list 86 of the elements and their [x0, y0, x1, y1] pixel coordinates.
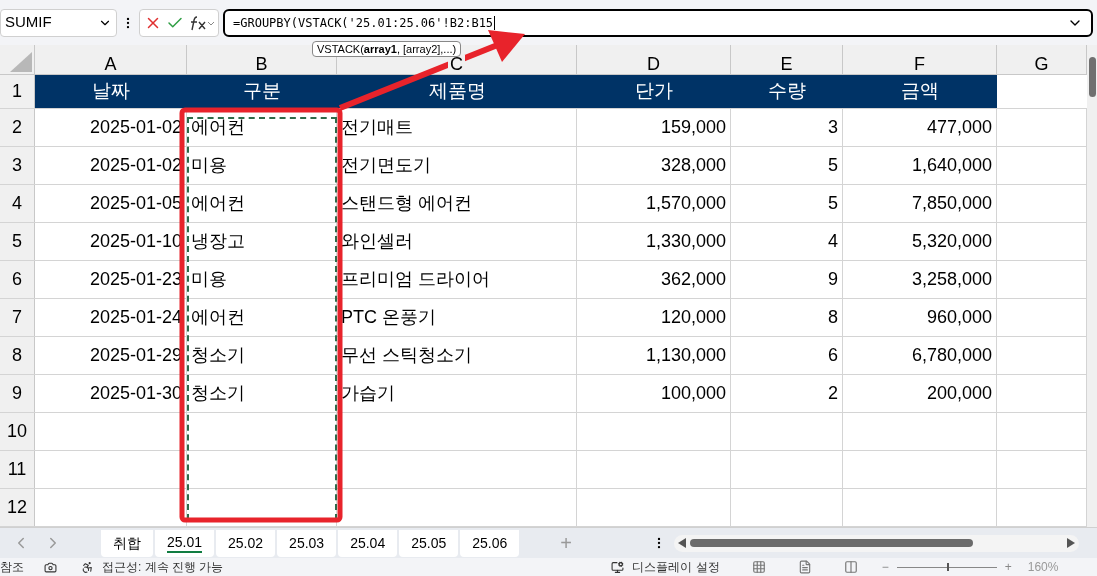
table-cell-text: 가습기: [341, 382, 395, 405]
table-cell-text: 미용: [191, 154, 227, 177]
header-cell-text: 금액: [901, 79, 939, 104]
table-cell-text: 2025-01-24: [89, 306, 182, 329]
table-cell-text: 와인셀러: [341, 230, 413, 253]
table-cell-text: 청소기: [191, 344, 245, 367]
table-cell-text: 무선 스틱청소기: [341, 344, 472, 367]
sheet-tab[interactable]: 25.01: [155, 529, 215, 557]
table-cell-text: 전기면도기: [341, 154, 431, 177]
table-cell-text: 냉장고: [191, 230, 245, 253]
table-cell-text: 스탠드형 에어컨: [341, 192, 472, 215]
table-cell-text: 1,640,000: [911, 154, 992, 177]
vertical-scrollbar-thumb[interactable]: [1088, 57, 1096, 97]
table-cell-text: 2025-01-05: [89, 192, 182, 215]
sheet-tab[interactable]: 취합: [101, 529, 153, 557]
header-cell-text: 날짜: [92, 79, 130, 104]
table-cell-text: 159,000: [660, 116, 726, 139]
header-cell-text: 구분: [243, 79, 281, 104]
table-cell-text: 전기매트: [341, 116, 413, 139]
table-cell-text: 120,000: [660, 306, 726, 329]
table-cell-text: 2025-01-29: [89, 344, 182, 367]
table-cell-text: 100,000: [660, 382, 726, 405]
sheet-tab[interactable]: 25.02: [216, 529, 276, 557]
sheet-tab[interactable]: 25.03: [277, 529, 337, 557]
zoom-out-button[interactable]: −: [881, 558, 889, 576]
horizontal-scrollbar[interactable]: [673, 534, 1079, 552]
header-cell-text: 수량: [768, 79, 806, 104]
table-cell-text: 5: [828, 192, 838, 215]
table-cell-text: 6: [828, 344, 838, 367]
scroll-right-icon[interactable]: [1066, 538, 1075, 548]
table-cell-text: 2025-01-23: [89, 268, 182, 291]
zoom-slider-thumb[interactable]: [946, 562, 949, 571]
table-cell-text: 8: [828, 306, 838, 329]
table-cell-text: 1,330,000: [645, 230, 726, 253]
table-cell-text: 2025-01-10: [89, 230, 182, 253]
status-text: 참조: [0, 559, 24, 576]
header-cell-text: 제품명: [428, 79, 486, 104]
function-tooltip: VSTACK(array1, [array2],...): [312, 41, 462, 57]
table-cell-text: 477,000: [926, 116, 992, 139]
table-cell-text: 4: [828, 230, 838, 253]
table-cell-text: 2025-01-30: [89, 382, 182, 405]
page-break-icon[interactable]: [843, 560, 858, 574]
table-cell-text: 5: [828, 154, 838, 177]
scroll-left-icon[interactable]: [677, 538, 686, 548]
table-cell-text: 청소기: [191, 382, 245, 405]
table-cell-text: PTC 온풍기: [341, 306, 436, 329]
table-cell-text: 2025-01-02: [89, 154, 182, 177]
table-cell-text: 1,570,000: [645, 192, 726, 215]
display-settings[interactable]: 디스플레이 설정: [632, 558, 720, 576]
table-cell-text: 6,780,000: [911, 344, 992, 367]
table-cell-text: 프리미엄 드라이어: [341, 268, 490, 291]
accessibility-icon[interactable]: [81, 560, 94, 574]
table-cell-text: 에어컨: [191, 116, 245, 139]
table-cell-text: 미용: [191, 268, 227, 291]
normal-view-icon[interactable]: [751, 560, 766, 574]
accessibility-status[interactable]: 접근성: 계속 진행 가능: [102, 558, 224, 576]
column-header[interactable]: A: [102, 54, 119, 73]
table-cell-text: 200,000: [926, 382, 992, 405]
function-icon[interactable]: [188, 13, 214, 32]
table-cell-text: 3: [828, 116, 838, 139]
column-header[interactable]: F: [912, 54, 927, 73]
table-cell-text: 328,000: [660, 154, 726, 177]
header-cell-text: 단가: [635, 79, 673, 104]
table-cell-text: 960,000: [926, 306, 992, 329]
sheet-tab[interactable]: 25.04: [338, 529, 398, 557]
column-header[interactable]: G: [1032, 54, 1051, 73]
formula-bar[interactable]: =GROUPBY(VSTACK('25.01:25.06'!B2:B15: [223, 8, 1093, 37]
column-header[interactable]: E: [778, 54, 795, 73]
sheet-tab[interactable]: 25.05: [399, 529, 459, 557]
sheet-tab[interactable]: 25.06: [460, 529, 520, 557]
table-cell-text: 9: [828, 268, 838, 291]
page-layout-icon[interactable]: [797, 560, 812, 574]
table-cell-text: 에어컨: [191, 306, 245, 329]
name-box[interactable]: SUMIF: [0, 8, 117, 37]
table-cell-text: 에어컨: [191, 192, 245, 215]
table-cell-text: 1,130,000: [645, 344, 726, 367]
table-cell-text: 5,320,000: [911, 230, 992, 253]
table-cell-text: 3,258,000: [911, 268, 992, 291]
table-cell-text: 362,000: [660, 268, 726, 291]
display-icon[interactable]: [611, 560, 625, 574]
table-cell-text: 2: [828, 382, 838, 405]
column-header[interactable]: D: [645, 54, 662, 73]
column-header[interactable]: B: [253, 54, 270, 73]
table-cell-text: 7,850,000: [911, 192, 992, 215]
table-cell-text: 2025-01-02: [89, 116, 182, 139]
camera-icon[interactable]: [44, 560, 57, 574]
